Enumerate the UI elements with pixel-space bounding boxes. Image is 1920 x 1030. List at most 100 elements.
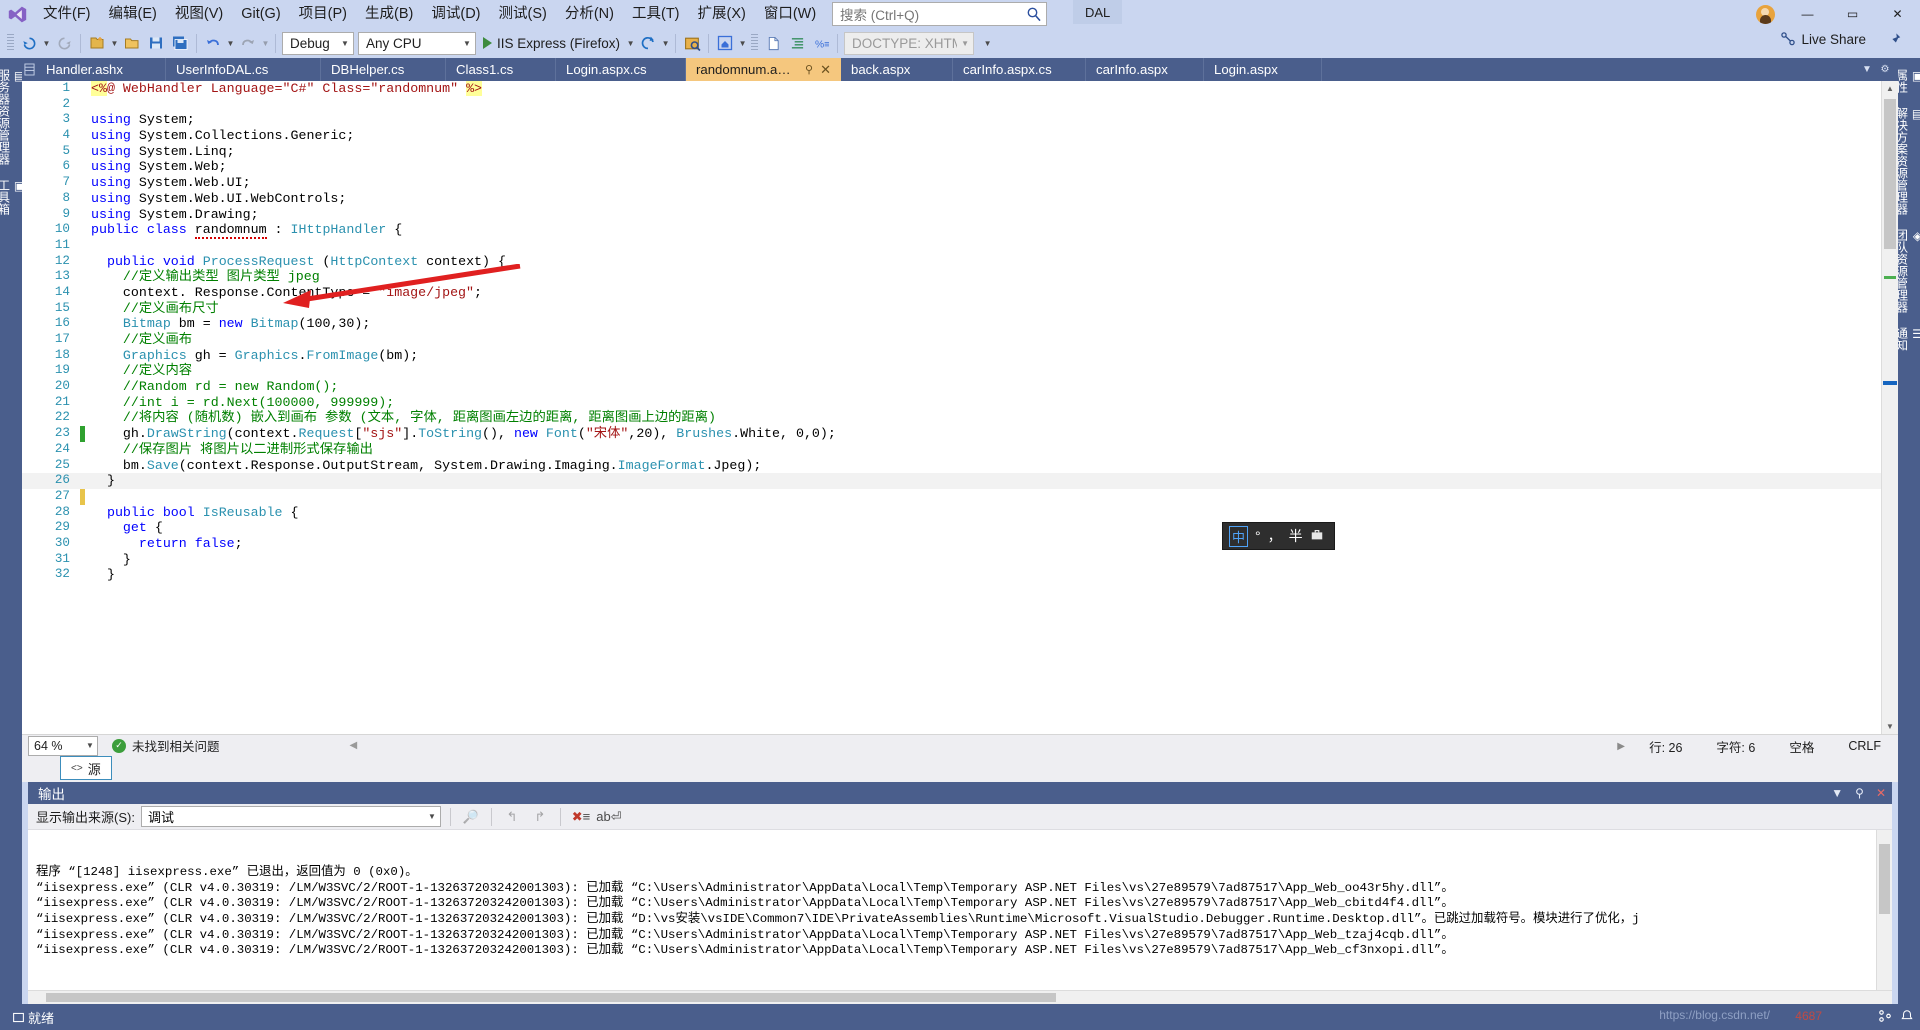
navigate-forward-icon[interactable]	[52, 31, 76, 55]
code-line[interactable]: 2	[22, 97, 1881, 113]
tab-dbhelper-cs[interactable]: DBHelper.cs	[321, 58, 446, 81]
code-line[interactable]: 5 using System.Linq;	[22, 144, 1881, 160]
new-project-dropdown-icon[interactable]: ▼	[109, 31, 120, 55]
scrollbar-thumb[interactable]	[1879, 844, 1890, 915]
code-line[interactable]: 26 }	[22, 473, 1881, 489]
code-line[interactable]: 29 get {	[22, 520, 1881, 536]
live-share-button[interactable]: Live Share	[1780, 31, 1866, 47]
code-line[interactable]: 22 //将内容 (随机数) 嵌入到画布 参数 (文本, 字体, 距离图画左边的…	[22, 410, 1881, 426]
menu-item-project[interactable]: 项目(P)	[290, 0, 356, 28]
code-line[interactable]: 8 using System.Web.UI.WebControls;	[22, 191, 1881, 207]
tab-carinfo-aspx[interactable]: carInfo.aspx	[1086, 58, 1204, 81]
minimize-button[interactable]: —	[1785, 0, 1830, 28]
scrollbar-thumb[interactable]	[1884, 99, 1896, 249]
redo-icon[interactable]	[236, 31, 260, 55]
status-scroll-icon[interactable]: ▶	[1610, 741, 1632, 752]
menu-item-view[interactable]: 视图(V)	[166, 0, 232, 28]
tab-settings-icon[interactable]: ⚙	[1876, 58, 1894, 81]
undo-icon[interactable]	[201, 31, 225, 55]
global-search-box[interactable]: 搜索 (Ctrl+Q)	[832, 2, 1047, 26]
code-line[interactable]: 31 }	[22, 552, 1881, 568]
find-message-icon[interactable]: 🔎	[460, 806, 482, 828]
ime-item-chinese-mode[interactable]: 中	[1229, 525, 1249, 547]
code-line[interactable]: 21 //int i = rd.Next(100000, 999999);	[22, 395, 1881, 411]
code-line[interactable]: 25 bm.Save(context.Response.OutputStream…	[22, 458, 1881, 474]
scroll-down-icon[interactable]: ▼	[1882, 719, 1898, 734]
code-line[interactable]: 1 <%@ WebHandler Language="C#" Class="ran…	[22, 81, 1881, 97]
code-line[interactable]: 4 using System.Collections.Generic;	[22, 128, 1881, 144]
output-dropdown-icon[interactable]: ▼	[1831, 786, 1843, 800]
pin-tab-icon[interactable]: ⚲	[805, 63, 813, 76]
code-line[interactable]: 27	[22, 488, 1881, 505]
source-view-tab[interactable]: <> 源	[60, 756, 112, 781]
navigate-back-dropdown-icon[interactable]: ▼	[41, 31, 52, 55]
tab-handler-ashx[interactable]: Handler.ashx	[36, 58, 166, 81]
code-line[interactable]: 23 gh.DrawString(context.Request["sjs"].…	[22, 426, 1881, 442]
ime-item-toolbox-icon[interactable]	[1310, 528, 1324, 545]
maximize-button[interactable]: ▭	[1830, 0, 1875, 28]
code-line[interactable]: 9 using System.Drawing;	[22, 207, 1881, 223]
code-line[interactable]: 3 using System;	[22, 112, 1881, 128]
code-line[interactable]: 30 return false;	[22, 536, 1881, 552]
pin-output-icon[interactable]: ⚲	[1855, 786, 1864, 800]
format-document-icon[interactable]	[785, 31, 809, 55]
refresh-icon[interactable]	[636, 31, 660, 55]
tab-login-aspx-cs[interactable]: Login.aspx.cs	[556, 58, 686, 81]
zoom-level-combo[interactable]: 64 % ▼	[28, 735, 98, 756]
ime-candidate-popup[interactable]: 中 ° ， 半	[1222, 522, 1335, 550]
code-line[interactable]: 15 //定义画布尺寸	[22, 301, 1881, 317]
tab-strip-menu-icon[interactable]	[22, 58, 36, 81]
code-line[interactable]: 17 //定义画布	[22, 332, 1881, 348]
scrollbar-thumb[interactable]	[46, 993, 1056, 1002]
code-line[interactable]: 12 public void ProcessRequest (HttpConte…	[22, 254, 1881, 270]
code-line[interactable]: 16 Bitmap bm = new Bitmap(100,30);	[22, 316, 1881, 332]
notifications-icon[interactable]	[1900, 1009, 1914, 1026]
editor-vertical-scrollbar[interactable]: ▲ ▼	[1881, 81, 1898, 735]
code-line[interactable]: 10 public class randomnum : IHttpHandler …	[22, 222, 1881, 240]
menu-item-tools[interactable]: 工具(T)	[623, 0, 689, 28]
tab-randomnum-ashx[interactable]: randomnum.ashx* ⚲ ✕	[686, 58, 841, 81]
tab-carinfo-aspx-cs[interactable]: carInfo.aspx.cs	[953, 58, 1086, 81]
output-vertical-scrollbar[interactable]	[1876, 830, 1892, 990]
tab-back-aspx[interactable]: back.aspx	[841, 58, 953, 81]
user-account-avatar[interactable]	[1745, 0, 1785, 28]
code-line[interactable]: 20 //Random rd = new Random();	[22, 379, 1881, 395]
code-line[interactable]: 28 public bool IsReusable {	[22, 505, 1881, 521]
scroll-up-icon[interactable]: ▲	[1882, 81, 1898, 96]
close-output-icon[interactable]: ✕	[1876, 786, 1886, 800]
tab-login-aspx[interactable]: Login.aspx	[1204, 58, 1322, 81]
ime-item-halfwidth[interactable]: 半	[1289, 526, 1303, 546]
tab-userinfodal-cs[interactable]: UserInfoDAL.cs	[166, 58, 321, 81]
toolbar-overflow-icon[interactable]: ▼	[982, 31, 993, 55]
solution-platform-combo[interactable]: Any CPU ▼	[358, 31, 476, 55]
code-line[interactable]: 11	[22, 238, 1881, 254]
go-to-next-icon[interactable]: ↱	[529, 806, 551, 828]
code-line[interactable]: 14 context. Response.ContentType = "imag…	[22, 285, 1881, 301]
pin-toolbar-icon[interactable]	[1888, 32, 1902, 51]
start-debug-dropdown-icon[interactable]: ▼	[625, 31, 636, 55]
menu-item-extensions[interactable]: 扩展(X)	[689, 0, 755, 28]
redo-dropdown-icon[interactable]: ▼	[260, 31, 271, 55]
doctype-combo[interactable]: DOCTYPE: XHTML5 ▼	[844, 31, 975, 55]
code-line[interactable]: 24 //保存图片 将图片以二进制形式保存输出	[22, 442, 1881, 458]
code-editor[interactable]: 1 <%@ WebHandler Language="C#" Class="ran…	[22, 81, 1881, 735]
toolbar-grip[interactable]	[7, 34, 14, 52]
output-log[interactable]: 程序 “[1248] iisexpress.exe” 已退出，返回值为 0 (0…	[28, 830, 1892, 990]
new-file-icon[interactable]	[761, 31, 785, 55]
solution-explorer-dropdown-icon[interactable]: ▼	[737, 31, 748, 55]
new-project-icon[interactable]	[85, 31, 109, 55]
menu-item-file[interactable]: 文件(F)	[34, 0, 100, 28]
menu-item-window[interactable]: 窗口(W)	[755, 0, 825, 28]
menu-item-test[interactable]: 测试(S)	[490, 0, 556, 28]
menu-item-git[interactable]: Git(G)	[232, 0, 289, 28]
output-source-combo[interactable]: 调试 ▼	[140, 806, 441, 828]
code-line[interactable]: 32 }	[22, 567, 1881, 583]
save-all-icon[interactable]	[168, 31, 192, 55]
undo-dropdown-icon[interactable]: ▼	[225, 31, 236, 55]
tab-list-dropdown-icon[interactable]: ▼	[1858, 58, 1876, 81]
ime-item-degree[interactable]: °	[1255, 528, 1261, 544]
browse-with-icon[interactable]	[680, 31, 704, 55]
source-control-icon[interactable]	[1878, 1009, 1892, 1026]
menu-item-analyze[interactable]: 分析(N)	[556, 0, 623, 28]
toggle-word-wrap-icon[interactable]: ab⏎	[596, 806, 621, 828]
